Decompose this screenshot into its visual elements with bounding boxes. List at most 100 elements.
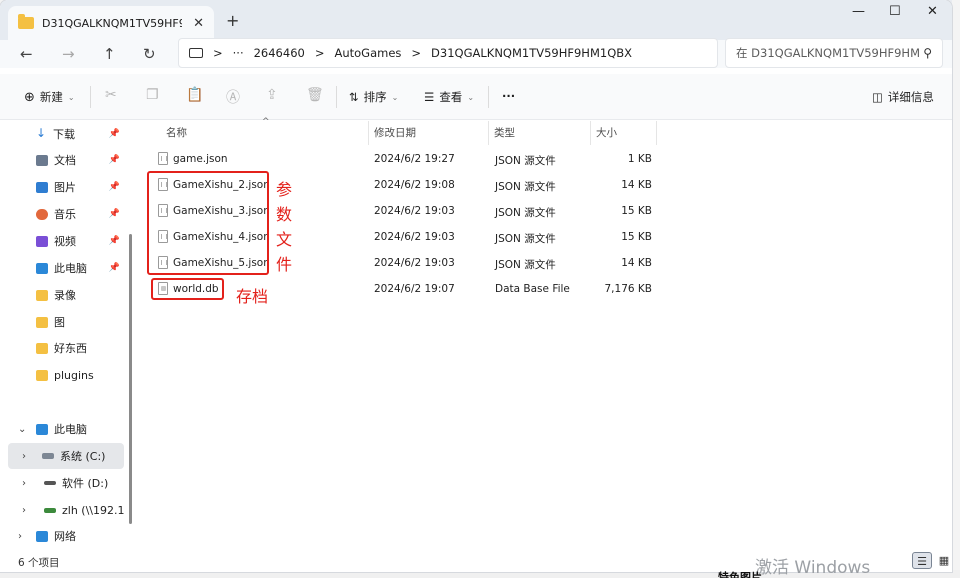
file-size: 1 KB	[627, 153, 652, 165]
computer-icon	[36, 262, 48, 274]
details-view-button[interactable]: ☰	[912, 552, 932, 569]
file-size: 7,176 KB	[604, 283, 653, 295]
file-size: 15 KB	[621, 205, 652, 217]
file-size: 14 KB	[621, 179, 652, 191]
sidebar-scrollbar[interactable]	[129, 234, 132, 524]
picture-icon	[36, 181, 48, 193]
table-row[interactable]: game.json 2024/6/2 19:27 JSON 源文件 1 KB	[136, 146, 656, 172]
sidebar-item-network[interactable]: › 网络	[0, 523, 124, 549]
sidebar-item-recordings[interactable]: 录像	[0, 282, 124, 308]
column-header-size[interactable]: 大小	[596, 121, 617, 143]
chevron-right-icon: ›	[18, 530, 22, 542]
maximize-button[interactable]: ☐	[889, 4, 901, 19]
sidebar-item-this-pc[interactable]: 此电脑 📌	[0, 255, 124, 281]
search-placeholder: 在 D31QGALKNQM1TV59HF9HM	[736, 46, 920, 60]
forward-button[interactable]: →	[62, 45, 75, 63]
file-type: JSON 源文件	[495, 155, 556, 167]
sidebar-item-documents[interactable]: 文档 📌	[0, 147, 124, 173]
column-header-type[interactable]: 类型	[494, 121, 515, 143]
new-tab-button[interactable]: +	[226, 11, 239, 30]
sidebar-item-label: 视频	[54, 235, 76, 248]
tab-close-icon[interactable]: ✕	[193, 16, 204, 31]
save-highlight-box	[151, 278, 224, 300]
sidebar-item-this-pc-group[interactable]: ⌄ 此电脑	[0, 416, 124, 442]
pin-icon: 📌	[108, 129, 120, 139]
sidebar-item-plugins[interactable]: plugins	[0, 362, 124, 388]
pin-icon: 📌	[108, 236, 120, 246]
document-icon	[36, 154, 48, 166]
music-icon	[36, 208, 48, 220]
column-header-modified[interactable]: 修改日期	[374, 121, 416, 143]
pin-icon: 📌	[108, 209, 120, 219]
toolbar-divider	[488, 86, 489, 108]
file-explorer-window: D31QGALKNQM1TV59HF9HM1QBX ✕ + — ☐ ✕ ← → …	[0, 0, 952, 572]
tiles-view-button[interactable]: ▦	[934, 552, 954, 569]
sidebar-item-drive-d[interactable]: › 软件 (D:)	[0, 470, 124, 496]
column-header-name[interactable]: 名称	[166, 121, 187, 143]
sidebar-item-downloads[interactable]: ↓ 下载 📌	[0, 121, 124, 147]
pin-icon: 📌	[108, 263, 120, 273]
details-pane-button[interactable]: ◫ 详细信息	[872, 89, 934, 105]
breadcrumb-1[interactable]: 2646460	[254, 46, 305, 60]
sidebar-item-label: 录像	[54, 289, 76, 302]
plus-circle-icon: ⊕	[24, 89, 35, 105]
chevron-down-icon: ⌄	[67, 92, 75, 102]
back-button[interactable]: ←	[20, 45, 33, 63]
file-type: JSON 源文件	[495, 233, 556, 245]
column-divider	[368, 121, 369, 145]
search-box[interactable]: 在 D31QGALKNQM1TV59HF9HM ⚲	[725, 38, 943, 68]
sidebar-item-pictures[interactable]: 图片 📌	[0, 174, 124, 200]
folder-icon	[36, 369, 48, 381]
file-type: JSON 源文件	[495, 259, 556, 271]
search-icon: ⚲	[923, 46, 932, 60]
details-pane-icon: ◫	[872, 90, 883, 104]
json-file-icon	[158, 152, 168, 165]
sort-ascending-icon: ^	[262, 117, 270, 127]
navigation-bar: ← → ↑ ↻ > ··· 2646460 > AutoGames > D31Q…	[0, 38, 952, 68]
background-right-strip	[952, 0, 960, 578]
pin-icon: 📌	[108, 155, 120, 165]
view-button[interactable]: ☰ 查看 ⌄	[424, 89, 474, 105]
annotation-char: 文	[276, 230, 293, 249]
sidebar-item-images-folder[interactable]: 图	[0, 309, 124, 335]
sidebar-item-good-stuff[interactable]: 好东西	[0, 335, 124, 361]
sidebar-item-label: 软件 (D:)	[62, 477, 109, 490]
refresh-button[interactable]: ↻	[143, 45, 156, 63]
minimize-button[interactable]: —	[852, 4, 865, 19]
more-options-button[interactable]: ···	[502, 89, 515, 103]
share-icon[interactable]: ⇪	[266, 87, 278, 103]
annotation-char: 参	[276, 180, 293, 199]
sidebar-item-label: 音乐	[54, 208, 76, 221]
cut-icon[interactable]: ✂	[105, 87, 117, 103]
address-bar[interactable]: > ··· 2646460 > AutoGames > D31QGALKNQM1…	[178, 38, 718, 68]
computer-icon	[189, 48, 203, 58]
address-more-button[interactable]: ···	[233, 46, 244, 60]
close-window-button[interactable]: ✕	[927, 4, 938, 19]
params-highlight-box	[147, 171, 269, 275]
new-button[interactable]: ⊕ 新建 ⌄	[24, 89, 75, 105]
copy-icon[interactable]: ❐	[146, 87, 159, 103]
file-modified: 2024/6/2 19:03	[374, 231, 455, 243]
explorer-tab[interactable]: D31QGALKNQM1TV59HF9HM1QBX ✕	[8, 6, 214, 40]
chevron-down-icon: ⌄	[391, 92, 399, 102]
file-modified: 2024/6/2 19:03	[374, 257, 455, 269]
file-type: JSON 源文件	[495, 207, 556, 219]
up-button[interactable]: ↑	[103, 45, 116, 63]
item-count: 6 个项目	[18, 557, 60, 569]
sidebar-item-network-drive[interactable]: › zlh (\\192.168	[0, 497, 124, 523]
paste-icon[interactable]: 📋	[186, 87, 203, 103]
delete-icon[interactable]: 🗑	[306, 87, 324, 103]
pin-icon: 📌	[108, 182, 120, 192]
breadcrumb-2[interactable]: AutoGames	[334, 46, 401, 60]
sort-button[interactable]: ⇅ 排序 ⌄	[349, 89, 398, 105]
sidebar-item-drive-c[interactable]: › 系统 (C:)	[8, 443, 124, 469]
save-annotation: 存档	[236, 287, 269, 306]
new-label: 新建	[39, 90, 63, 104]
sidebar-item-music[interactable]: 音乐 📌	[0, 201, 124, 227]
sidebar-item-label: plugins	[54, 368, 94, 382]
sidebar-item-label: 下载	[53, 128, 75, 141]
rename-icon[interactable]: Ⓐ	[226, 87, 240, 107]
sidebar-item-videos[interactable]: 视频 📌	[0, 228, 124, 254]
breadcrumb-3[interactable]: D31QGALKNQM1TV59HF9HM1QBX	[431, 46, 632, 60]
sidebar-item-label: 好东西	[54, 342, 87, 355]
